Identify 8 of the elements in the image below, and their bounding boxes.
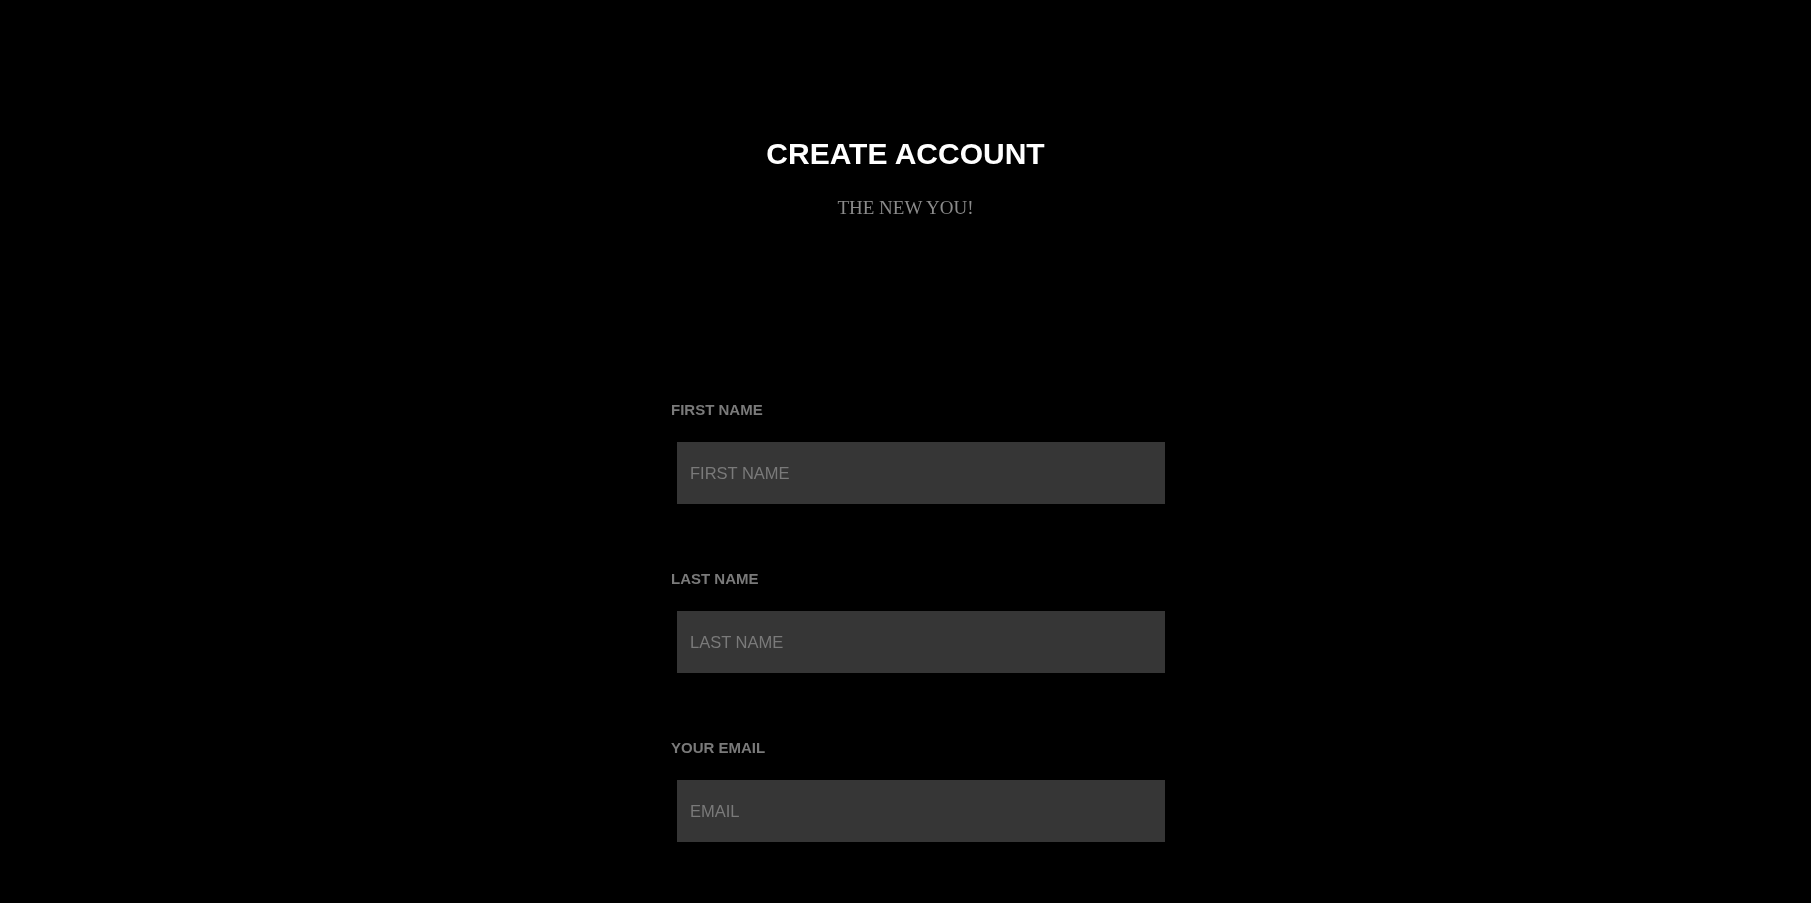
input-field[interactable]: EMAIL xyxy=(677,780,1165,842)
page-subtitle: THE NEW YOU! xyxy=(837,196,974,220)
field-label: LAST NAME xyxy=(671,570,759,588)
field-label: YOUR EMAIL xyxy=(671,739,766,757)
field-label: FIRST NAME xyxy=(671,401,763,419)
page-title: CREATE ACCOUNT xyxy=(766,136,1045,172)
input-field[interactable]: LAST NAME xyxy=(677,611,1165,673)
input-field[interactable]: FIRST NAME xyxy=(677,442,1165,504)
